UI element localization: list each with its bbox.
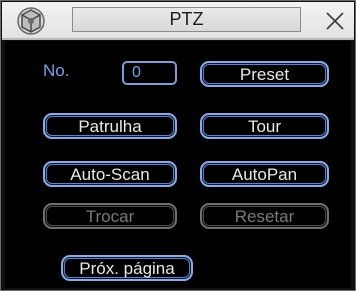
auto-scan-button[interactable]: Auto-Scan — [43, 161, 177, 187]
window-title: PTZ — [72, 7, 301, 32]
tour-button[interactable]: Tour — [200, 113, 329, 139]
title-bar: PTZ — [2, 2, 354, 40]
number-field[interactable]: 0 — [122, 61, 177, 85]
auto-pan-button[interactable]: AutoPan — [200, 161, 329, 187]
ptz-dialog: PTZ No. 0 Preset Patrulha Tour Auto-Scan… — [0, 0, 356, 291]
preset-button[interactable]: Preset — [200, 61, 329, 87]
switch-button: Trocar — [43, 203, 177, 229]
next-page-button[interactable]: Próx. página — [61, 255, 193, 281]
number-label: No. — [43, 61, 70, 80]
patrol-button[interactable]: Patrulha — [43, 113, 177, 139]
close-icon[interactable] — [323, 9, 347, 33]
camera-logo-icon — [17, 7, 45, 35]
ptz-panel: No. 0 Preset Patrulha Tour Auto-Scan Aut… — [5, 41, 351, 288]
reset-button: Resetar — [200, 203, 329, 229]
